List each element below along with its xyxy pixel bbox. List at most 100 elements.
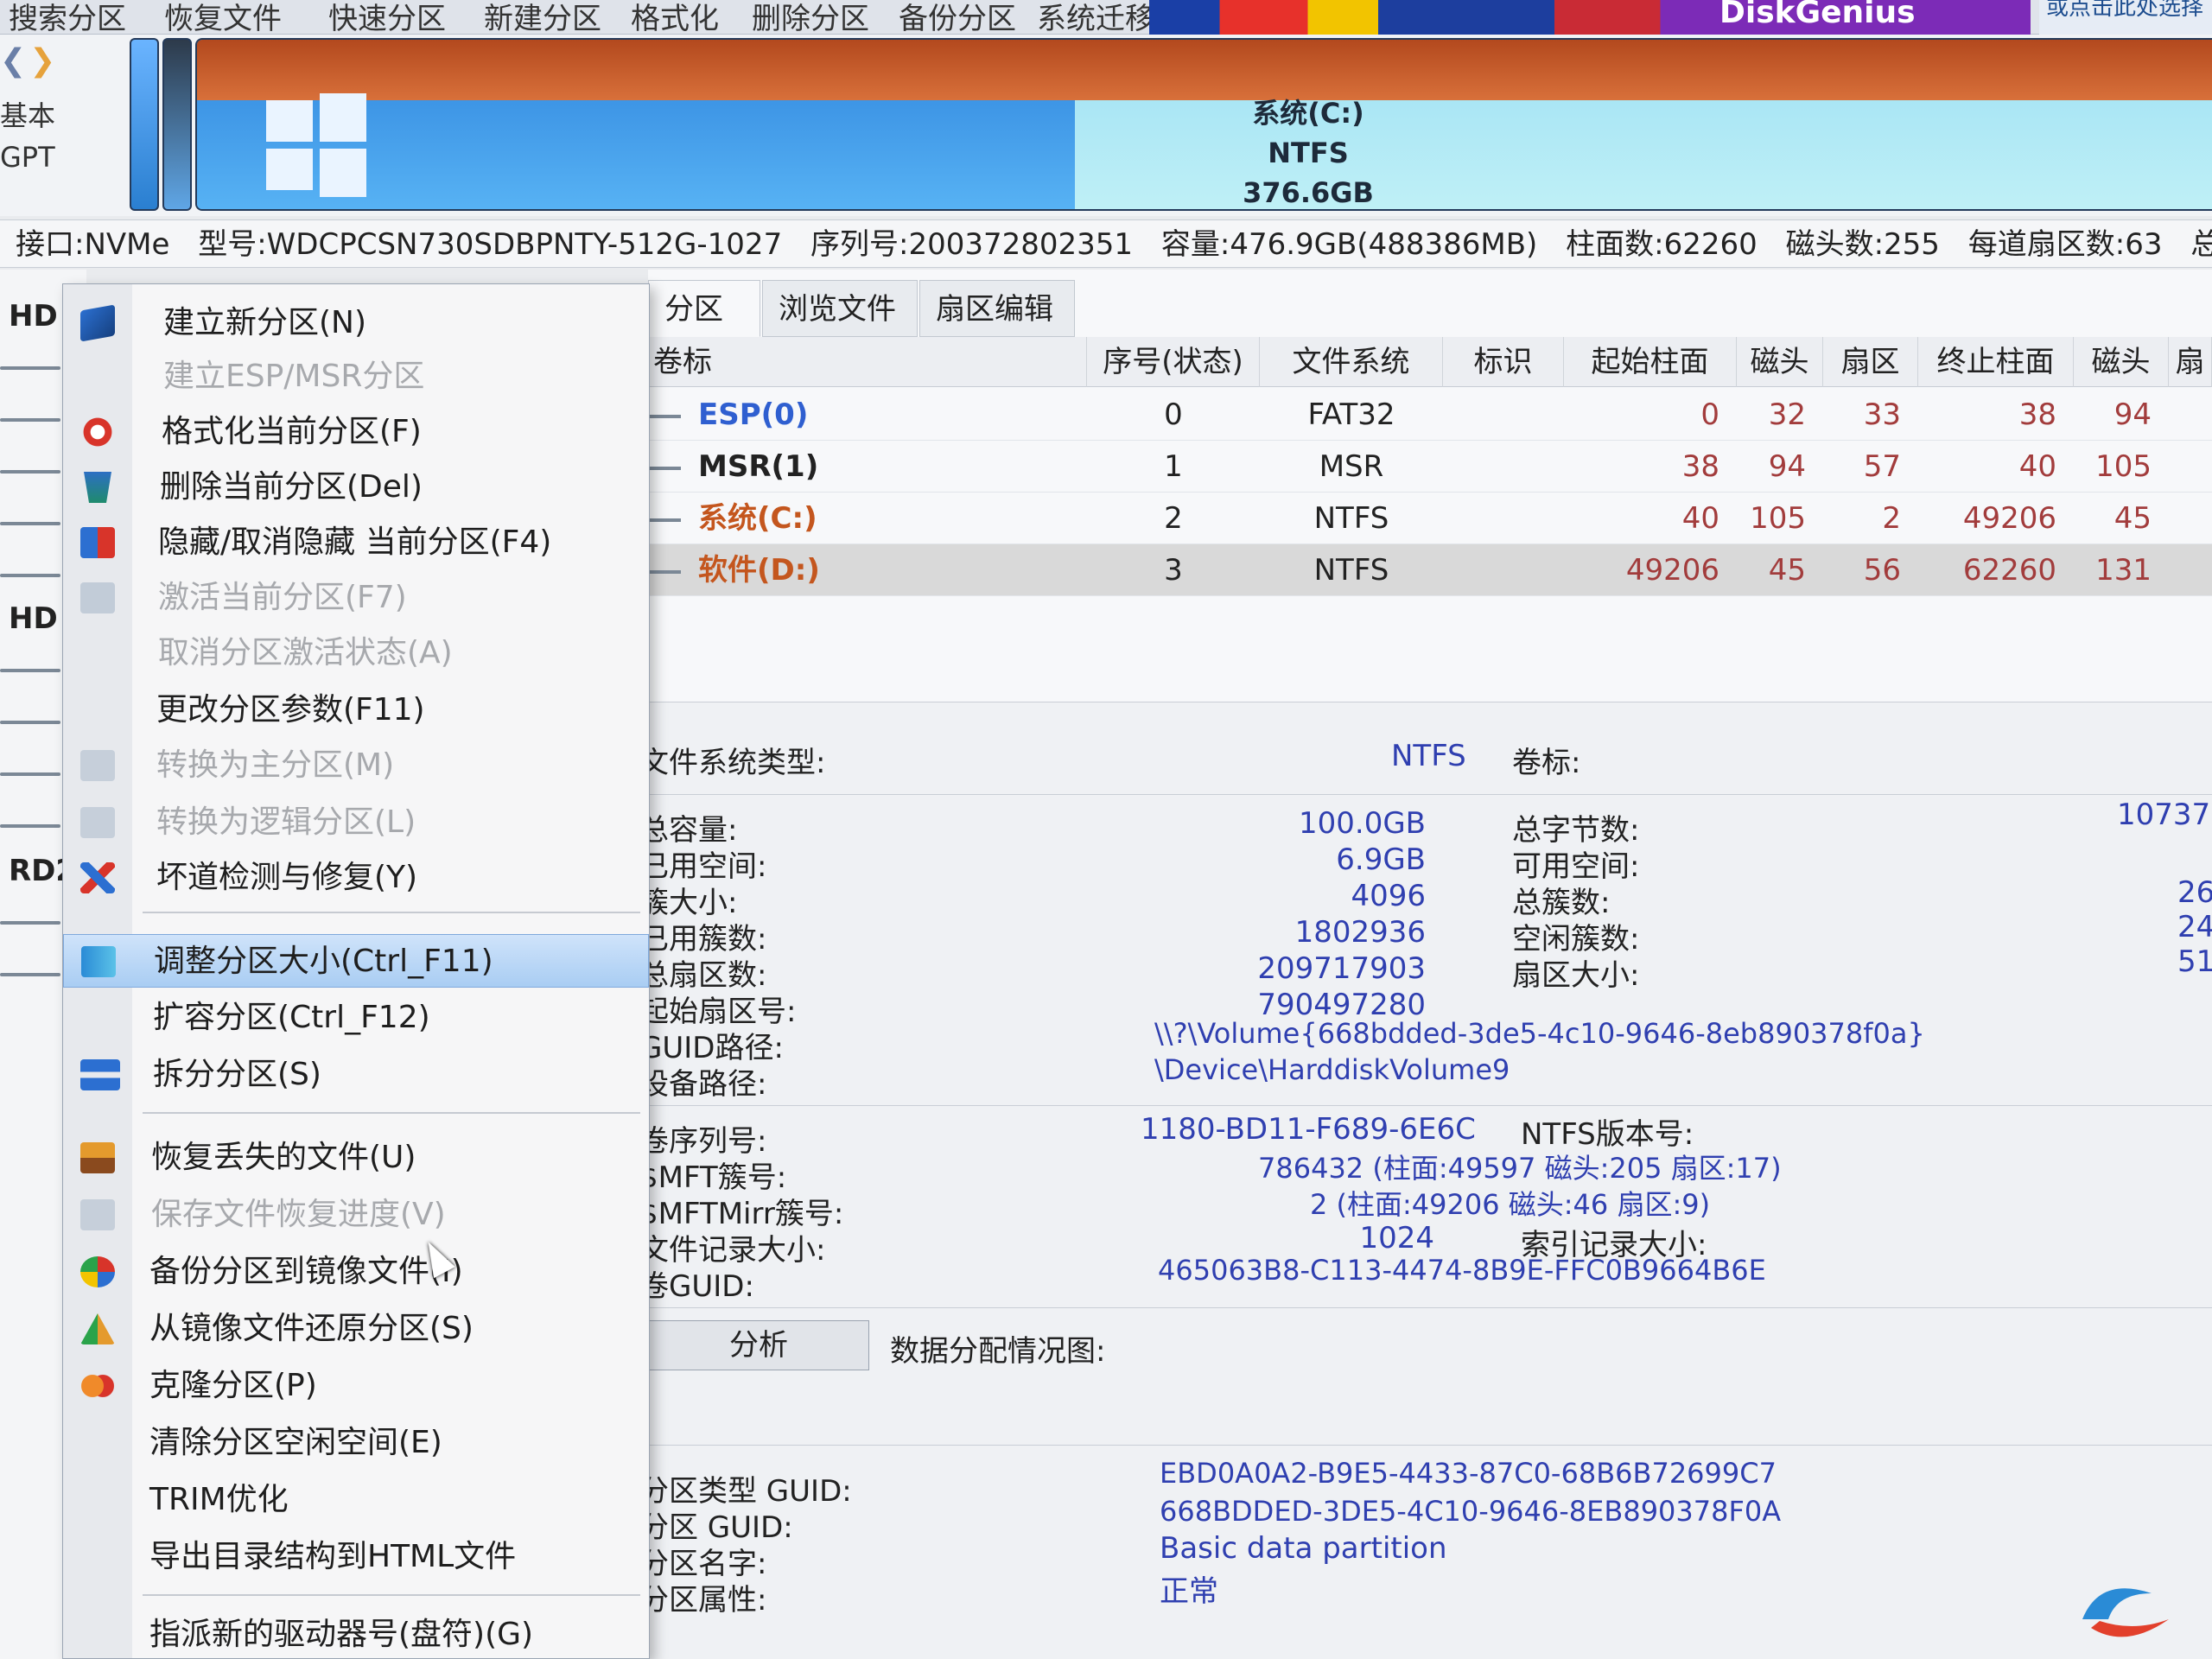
menu-item-backup-to-image[interactable]: 备份分区到镜像文件(I) [63,1245,649,1299]
menu-item-format[interactable]: 格式化当前分区(F) [63,405,649,459]
tree-leaf[interactable] [0,470,60,474]
toolbar-hint[interactable]: 或点击此处选择 [2039,0,2212,35]
tree-leaf[interactable] [0,824,60,828]
toolbar-quick-partition[interactable]: 快速分区 [328,0,446,37]
tab-sector-edit[interactable]: 扇区编辑 [919,280,1075,337]
menu-item-label: 转换为主分区(M) [156,747,395,783]
restore-icon [80,1313,115,1344]
disk-sectors-per-track: 每道扇区数:63 [1967,227,2163,262]
next-disk-icon[interactable]: ❯ [29,43,55,79]
menu-item-wipe-free-space[interactable]: 清除分区空闲空间(E) [63,1416,649,1470]
tab-partition-params[interactable]: 分区参数 [648,280,760,384]
tree-leaf[interactable] [0,973,60,976]
tree-leaf[interactable] [0,574,60,577]
table-row[interactable]: 系统(C:) 2 NTFS 40 105 2 49206 45 [648,493,2212,544]
row-end-head: 45 [2113,501,2152,536]
col-start-cylinder[interactable]: 起始柱面 [1564,337,1737,387]
tree-leaf[interactable] [0,366,60,370]
details-separator [648,1445,2212,1446]
menu-item-label: 取消分区激活状态(A) [158,635,453,671]
tree-leaf[interactable] [0,772,60,776]
menu-item-label: 转换为逻辑分区(L) [156,804,416,840]
menu-item-activate[interactable]: 激活当前分区(F7) [63,571,649,625]
tab-browse-files[interactable]: 浏览文件 [762,280,918,337]
menu-item-hide[interactable]: 隐藏/取消隐藏 当前分区(F4) [63,516,649,569]
menu-item-trim[interactable]: TRIM优化 [63,1473,649,1527]
tree-leaf[interactable] [0,418,60,422]
capacity-value: 100.0GB [1298,806,1426,841]
col-end-sector[interactable]: 扇 [2169,337,2212,387]
row-start-head: 105 [1750,501,1806,536]
row-fs: MSR [1319,449,1384,484]
prev-disk-icon[interactable]: ❮ [0,43,26,79]
menu-item-label: 扩容分区(Ctrl_F12) [153,1000,430,1035]
row-index: 2 [1164,501,1183,536]
toolbar-format[interactable]: 格式化 [631,0,719,37]
partition-block-esp[interactable] [130,38,159,211]
partition-label: 系统(C:) NTFS 376.6GB [1205,93,1412,209]
tree-node-hd1[interactable]: HD [9,601,58,636]
part-guid-value: 668BDDED-3DE5-4C10-9646-8EB890378F0A [1160,1495,1782,1528]
format-icon [80,416,115,448]
primary-icon [80,750,115,781]
partition-block-system[interactable]: 系统(C:) NTFS 376.6GB [195,38,2212,211]
cluster-size-value: 4096 [1351,879,1426,913]
toolbar-search-partition[interactable]: 搜索分区 [9,0,126,37]
disk-info-line: 接口:NVMe 型号:WDCPCSN730SDBPNTY-512G-1027 序… [0,219,2212,268]
banner-ad[interactable]: DiskGenius [1149,0,2031,35]
menu-item-restore-from-image[interactable]: 从镜像文件还原分区(S) [63,1302,649,1356]
table-row[interactable]: ESP(0) 0 FAT32 0 32 33 38 94 [648,389,2212,441]
menu-item-new-partition[interactable]: 建立新分区(N) [63,296,649,350]
menu-item-to-primary[interactable]: 转换为主分区(M) [63,739,649,792]
menu-item-clone-partition[interactable]: 克隆分区(P) [63,1359,649,1413]
col-start-sector[interactable]: 扇区 [1823,337,1918,387]
menu-item-to-logical[interactable]: 转换为逻辑分区(L) [63,796,649,849]
row-end-head: 94 [2113,397,2152,432]
menu-item-create-esp-msr[interactable]: 建立ESP/MSR分区 [63,350,649,404]
menu-item-label: 克隆分区(P) [149,1368,317,1403]
menu-item-extend-partition[interactable]: 扩容分区(Ctrl_F12) [63,991,649,1045]
menu-item-delete[interactable]: 删除当前分区(Del) [63,461,649,514]
menu-item-save-recovery-progress[interactable]: 保存文件恢复进度(V) [63,1188,649,1242]
row-start-cyl: 0 [1700,397,1719,432]
menu-item-split-partition[interactable]: 拆分分区(S) [63,1048,649,1102]
table-row-selected[interactable]: 软件(D:) 3 NTFS 49206 45 56 62260 131 [648,544,2212,596]
col-start-head[interactable]: 磁头 [1737,337,1823,387]
hide-icon [80,527,115,558]
menu-item-resize-partition[interactable]: 调整分区大小(Ctrl_F11) [63,934,649,988]
toolbar-system-migrate[interactable]: 系统迁移 [1037,0,1154,37]
col-volume-label[interactable]: 卷标 [648,337,1087,387]
col-end-cylinder[interactable]: 终止柱面 [1918,337,2074,387]
menu-item-recover-files[interactable]: 恢复丢失的文件(U) [63,1131,649,1185]
partition-block-msr[interactable] [162,38,192,211]
menu-item-assign-drive-letter[interactable]: 指派新的驱动器号(盘符)(G) [63,1608,649,1659]
toolbar-new-partition[interactable]: 新建分区 [484,0,601,37]
tree-node-hd0[interactable]: HD [9,299,58,334]
menu-item-change-params[interactable]: 更改分区参数(F11) [63,683,649,737]
menu-item-deactivate[interactable]: 取消分区激活状态(A) [63,626,649,680]
col-filesystem[interactable]: 文件系统 [1260,337,1443,387]
toolbar-delete-partition[interactable]: 删除分区 [752,0,869,37]
tree-leaf[interactable] [0,669,60,672]
used-space-value: 6.9GB [1336,842,1426,877]
vol-guid-label: 卷GUID: [639,1269,754,1304]
menu-item-bad-sector-repair[interactable]: 坏道检测与修复(Y) [63,851,649,905]
part-attr-value: 正常 [1160,1574,1218,1609]
menu-item-label: 调整分区大小(Ctrl_F11) [154,944,493,979]
tree-leaf[interactable] [0,721,60,724]
col-end-head[interactable]: 磁头 [2074,337,2169,387]
toolbar-recover-files[interactable]: 恢复文件 [164,0,282,37]
menu-item-export-html[interactable]: 导出目录结构到HTML文件 [63,1530,649,1584]
save-progress-icon [80,1199,115,1230]
disk-model: 型号:WDCPCSN730SDBPNTY-512G-1027 [198,227,783,262]
analyze-button[interactable]: 分析 [648,1320,869,1370]
row-index: 3 [1164,553,1183,588]
part-name-value: Basic data partition [1160,1531,1447,1566]
tree-leaf[interactable] [0,921,60,925]
col-id[interactable]: 标识 [1443,337,1564,387]
col-index[interactable]: 序号(状态) [1087,337,1260,387]
row-name: ESP(0) [648,389,1080,441]
toolbar-backup-partition[interactable]: 备份分区 [899,0,1016,37]
table-row[interactable]: MSR(1) 1 MSR 38 94 57 40 105 [648,441,2212,493]
tree-leaf[interactable] [0,522,60,525]
